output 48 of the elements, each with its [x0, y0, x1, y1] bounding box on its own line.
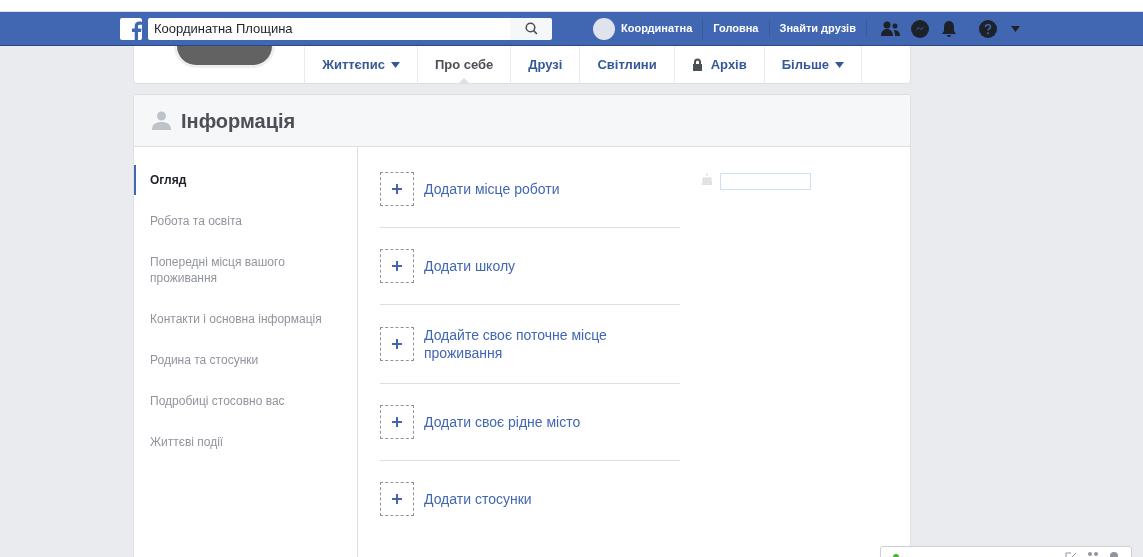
input-field[interactable] — [720, 173, 811, 190]
add-button[interactable] — [380, 249, 414, 283]
caret-icon — [390, 61, 400, 68]
caret-icon[interactable] — [1010, 25, 1020, 32]
messenger-icon[interactable] — [910, 19, 929, 38]
person-icon — [152, 111, 171, 130]
search-icon[interactable] — [524, 22, 538, 35]
sidebar-item[interactable]: Подробиці стосовно вас — [134, 386, 357, 416]
plus-icon — [392, 261, 402, 271]
nav-link[interactable]: Головна — [703, 20, 770, 37]
sidebar-item[interactable]: Життєві події — [134, 427, 357, 457]
add-button[interactable] — [380, 482, 414, 516]
add-link[interactable]: Додати своє рідне місто — [424, 413, 654, 431]
add-link[interactable]: Додати школу — [424, 257, 654, 275]
bell-icon[interactable] — [940, 19, 957, 38]
profile-link[interactable]: Координатна — [593, 17, 704, 40]
lock-icon — [691, 58, 703, 71]
help-icon[interactable] — [978, 19, 997, 38]
add-button[interactable] — [380, 172, 414, 206]
search-button[interactable] — [510, 17, 552, 40]
plus-icon — [392, 184, 402, 194]
plus-icon — [392, 494, 402, 504]
profile-tab[interactable]: Більше — [763, 46, 861, 83]
nav-link[interactable]: Знайти друзів — [769, 20, 867, 37]
profile-tab[interactable]: Життєпис — [304, 46, 417, 83]
profile-tab[interactable]: Архів — [673, 46, 764, 83]
section-title: Інформація — [181, 108, 296, 134]
profile-tab[interactable]: Друзі — [510, 46, 580, 83]
profile-tab[interactable]: Світлини — [579, 46, 674, 83]
profile-tab[interactable]: Про себе — [416, 46, 511, 83]
sidebar-item[interactable]: Огляд — [134, 165, 357, 195]
plus-icon — [392, 339, 402, 349]
sidebar-item[interactable]: Родина та стосунки — [134, 345, 357, 375]
add-link[interactable]: Додайте своє поточне місце проживання — [424, 326, 654, 362]
friends-icon[interactable] — [880, 20, 901, 37]
add-link[interactable]: Додати стосунки — [424, 490, 654, 508]
caret-icon — [835, 61, 844, 68]
plus-icon — [392, 417, 402, 427]
sidebar-item[interactable]: Попередні місця вашого проживання — [134, 247, 357, 293]
cake-icon — [702, 173, 712, 185]
add-button[interactable] — [380, 405, 414, 439]
sidebar-item[interactable]: Робота та освіта — [134, 206, 357, 236]
logo-icon[interactable] — [120, 17, 142, 40]
search-field[interactable]: Координатна Площина — [148, 17, 510, 40]
avatar-icon — [593, 17, 615, 40]
sidebar-item[interactable]: Контакти і основна інформація — [134, 304, 357, 334]
add-link[interactable]: Додати місце роботи — [424, 180, 654, 198]
add-button[interactable] — [380, 327, 414, 361]
